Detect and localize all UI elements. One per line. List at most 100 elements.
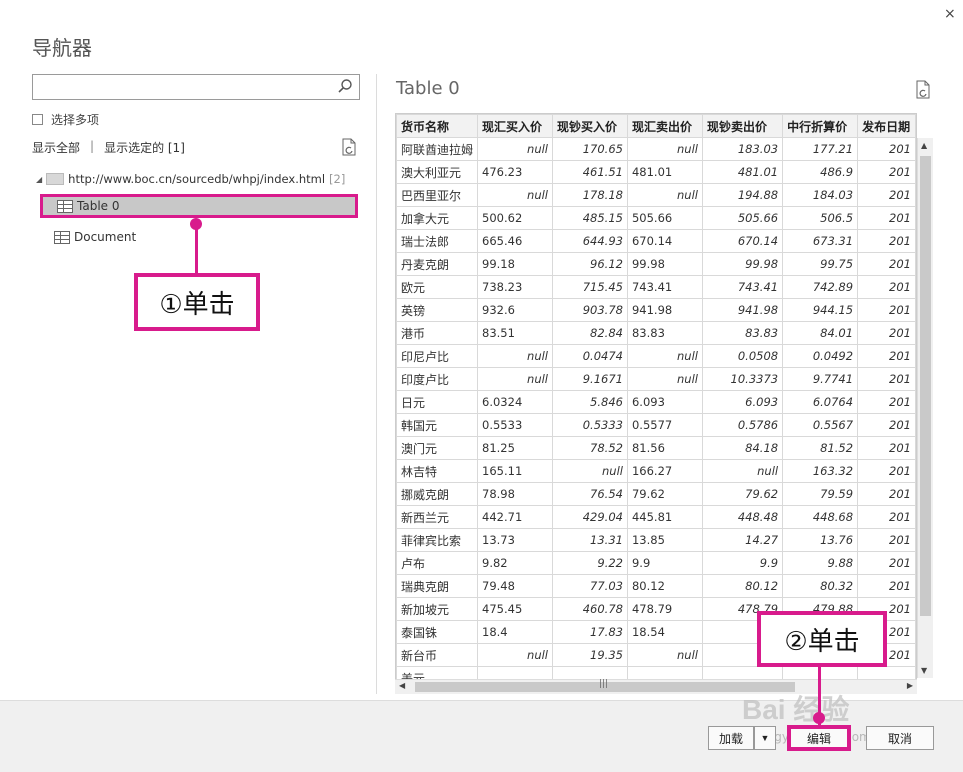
- rate-cell: 177.21: [782, 137, 859, 161]
- cancel-button[interactable]: 取消: [866, 726, 934, 750]
- rate-cell: 670.14: [626, 229, 703, 253]
- currency-name-cell: 林吉特: [396, 459, 479, 483]
- load-dropdown-button[interactable]: ▼: [754, 726, 776, 750]
- rate-cell: 19.35: [552, 643, 628, 667]
- tree-item-table-0[interactable]: Table 0: [40, 194, 358, 218]
- rate-cell: 163.32: [782, 459, 859, 483]
- rate-cell: 76.54: [552, 482, 628, 506]
- currency-name-cell: 韩国元: [396, 413, 479, 437]
- rate-cell: [857, 666, 916, 679]
- rate-cell: null: [552, 459, 628, 483]
- show-all-link[interactable]: 显示全部: [32, 139, 80, 156]
- rate-cell: null: [626, 367, 703, 391]
- rate-cell: 941.98: [701, 298, 784, 322]
- rate-cell: 0.5577: [626, 413, 703, 437]
- rate-cell: 9.1671: [552, 367, 628, 391]
- rate-cell: 80.12: [701, 574, 784, 598]
- expand-triangle-icon[interactable]: ◢: [36, 175, 42, 184]
- rate-cell: 9.9: [626, 551, 703, 575]
- rate-cell: 201: [857, 298, 916, 322]
- rate-cell: 83.83: [701, 321, 784, 345]
- rate-cell: 0.0508: [701, 344, 784, 368]
- currency-name-cell: 英镑: [396, 298, 479, 322]
- rate-cell: 184.03: [782, 183, 859, 207]
- table-row: 挪威克朗 78.98 76.54 79.62 79.62 79.59 201: [396, 482, 916, 506]
- tree-root-node[interactable]: ◢ http://www.boc.cn/sourcedb/whpj/index.…: [36, 172, 345, 186]
- rate-cell: 201: [857, 436, 916, 460]
- search-input[interactable]: [32, 74, 360, 100]
- rate-cell: 166.27: [626, 459, 703, 483]
- column-header[interactable]: 现汇卖出价: [626, 114, 703, 138]
- callout-2-connector-dot: [813, 712, 825, 724]
- currency-name-cell: 阿联酋迪拉姆: [396, 137, 479, 161]
- rate-cell: 79.48: [477, 574, 553, 598]
- rate-cell: 201: [857, 482, 916, 506]
- vertical-scroll-thumb[interactable]: [920, 156, 931, 616]
- preview-table-container: 货币名称 现汇买入价 现钞买入价 现汇卖出价 现钞卖出价 中行折算价 发布日期 阿联酋迪拉姆…: [395, 113, 917, 680]
- rate-cell: 201: [857, 413, 916, 437]
- column-header[interactable]: 现钞卖出价: [701, 114, 784, 138]
- rate-cell: 201: [857, 229, 916, 253]
- rate-cell: 0.5786: [701, 413, 784, 437]
- refresh-preview-icon[interactable]: [914, 80, 932, 100]
- rate-cell: 944.15: [782, 298, 859, 322]
- show-selected-link[interactable]: 显示选定的 [1]: [104, 139, 185, 156]
- rate-cell: 201: [857, 183, 916, 207]
- currency-name-cell: 挪威克朗: [396, 482, 479, 506]
- scroll-right-icon[interactable]: ▶: [907, 681, 913, 690]
- rate-cell: 0.0474: [552, 344, 628, 368]
- currency-name-cell: 卢布: [396, 551, 479, 575]
- rate-cell: 5.846: [552, 390, 628, 414]
- rate-cell: 99.18: [477, 252, 553, 276]
- rate-cell: null: [477, 137, 553, 161]
- edit-button[interactable]: 编辑: [787, 725, 851, 751]
- rate-cell: 445.81: [626, 505, 703, 529]
- multi-select-checkbox[interactable]: [32, 114, 43, 125]
- scroll-up-icon[interactable]: ▲: [921, 141, 927, 150]
- rate-cell: null: [626, 344, 703, 368]
- rate-cell: 742.89: [782, 275, 859, 299]
- rate-cell: 9.22: [552, 551, 628, 575]
- currency-name-cell: 澳门元: [396, 436, 479, 460]
- column-header[interactable]: 中行折算价: [782, 114, 859, 138]
- column-header[interactable]: 发布日期: [857, 114, 916, 138]
- currency-name-cell: 澳大利亚元: [396, 160, 479, 184]
- tree-root-count: [2]: [329, 172, 346, 186]
- vertical-scrollbar[interactable]: ▲ ▼: [917, 138, 933, 678]
- rate-cell: 941.98: [626, 298, 703, 322]
- refresh-icon[interactable]: [340, 138, 358, 156]
- table-row: 澳门元 81.25 78.52 81.56 84.18 81.52 201: [396, 436, 916, 460]
- rate-cell: 165.11: [477, 459, 553, 483]
- rate-cell: 178.18: [552, 183, 628, 207]
- rate-cell: 505.66: [626, 206, 703, 230]
- preview-table: 货币名称 现汇买入价 现钞买入价 现汇卖出价 现钞卖出价 中行折算价 发布日期 阿联酋迪拉姆…: [396, 114, 916, 679]
- rate-cell: 99.98: [626, 252, 703, 276]
- table-row: 欧元 738.23 715.45 743.41 743.41 742.89 201: [396, 275, 916, 299]
- rate-cell: 9.88: [782, 551, 859, 575]
- scroll-down-icon[interactable]: ▼: [921, 666, 927, 675]
- currency-name-cell: 巴西里亚尔: [396, 183, 479, 207]
- rate-cell: 201: [857, 206, 916, 230]
- multi-select-option[interactable]: 选择多项: [32, 111, 99, 128]
- table-row: 印度卢比 null 9.1671 null 10.3373 9.7741 201: [396, 367, 916, 391]
- load-button[interactable]: 加载: [708, 726, 754, 750]
- rate-cell: 81.25: [477, 436, 553, 460]
- table-row: 日元 6.0324 5.846 6.093 6.093 6.0764 201: [396, 390, 916, 414]
- currency-name-cell: 新台币: [396, 643, 479, 667]
- callout-step-2: ②单击: [757, 611, 887, 667]
- rate-cell: 77.03: [552, 574, 628, 598]
- column-header[interactable]: 现汇买入价: [477, 114, 553, 138]
- search-icon[interactable]: [337, 78, 353, 94]
- rate-cell: 18.54: [626, 620, 703, 644]
- currency-name-cell: 印尼卢比: [396, 344, 479, 368]
- pane-divider[interactable]: [376, 74, 377, 694]
- column-header[interactable]: 现钞买入价: [552, 114, 628, 138]
- currency-name-cell: 泰国铢: [396, 620, 479, 644]
- rate-cell: 10.3373: [701, 367, 784, 391]
- column-header[interactable]: 货币名称: [396, 114, 479, 138]
- rate-cell: 99.75: [782, 252, 859, 276]
- currency-name-cell: 新西兰元: [396, 505, 479, 529]
- close-icon[interactable]: ×: [944, 6, 956, 22]
- scroll-left-icon[interactable]: ◀: [399, 681, 405, 690]
- rate-cell: 18.4: [477, 620, 553, 644]
